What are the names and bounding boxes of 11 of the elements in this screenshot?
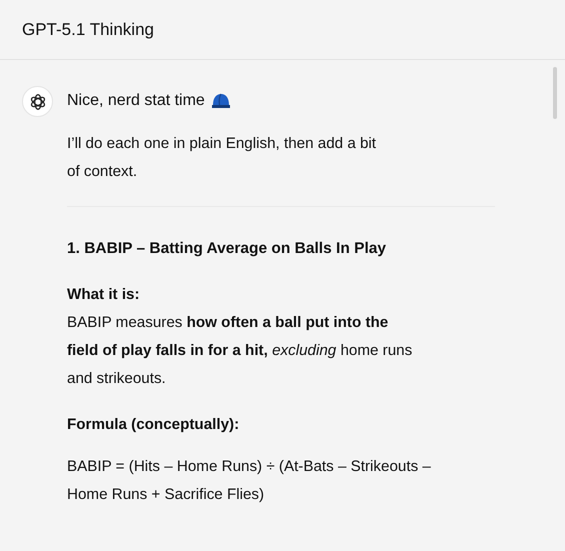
label-text: What it is: [67,285,141,305]
label-text: Formula (conceptually): [67,415,240,435]
logo-icon [28,92,46,110]
section-heading: 1. BABIP – Batting Average on Balls In Play [67,239,387,259]
paragraph: BABIP = (Hits – Home Runs) ÷ (At-Bats – Strikeouts – Home Runs + Sacrifice Flies) [67,457,432,505]
scrollbar-thumb[interactable] [553,67,557,119]
paragraph: I’ll do each one in plain English, then add a bit of context. [67,134,378,182]
paragraph: BABIP measures how often a ball put into the field of play falls in for a hit, excluding home runs and strikeouts. [67,313,414,389]
message-text: Nice, nerd stat time [67,91,205,111]
window-title: GPT-5.1 Thinking [22,20,154,40]
cap-icon [210,93,231,109]
